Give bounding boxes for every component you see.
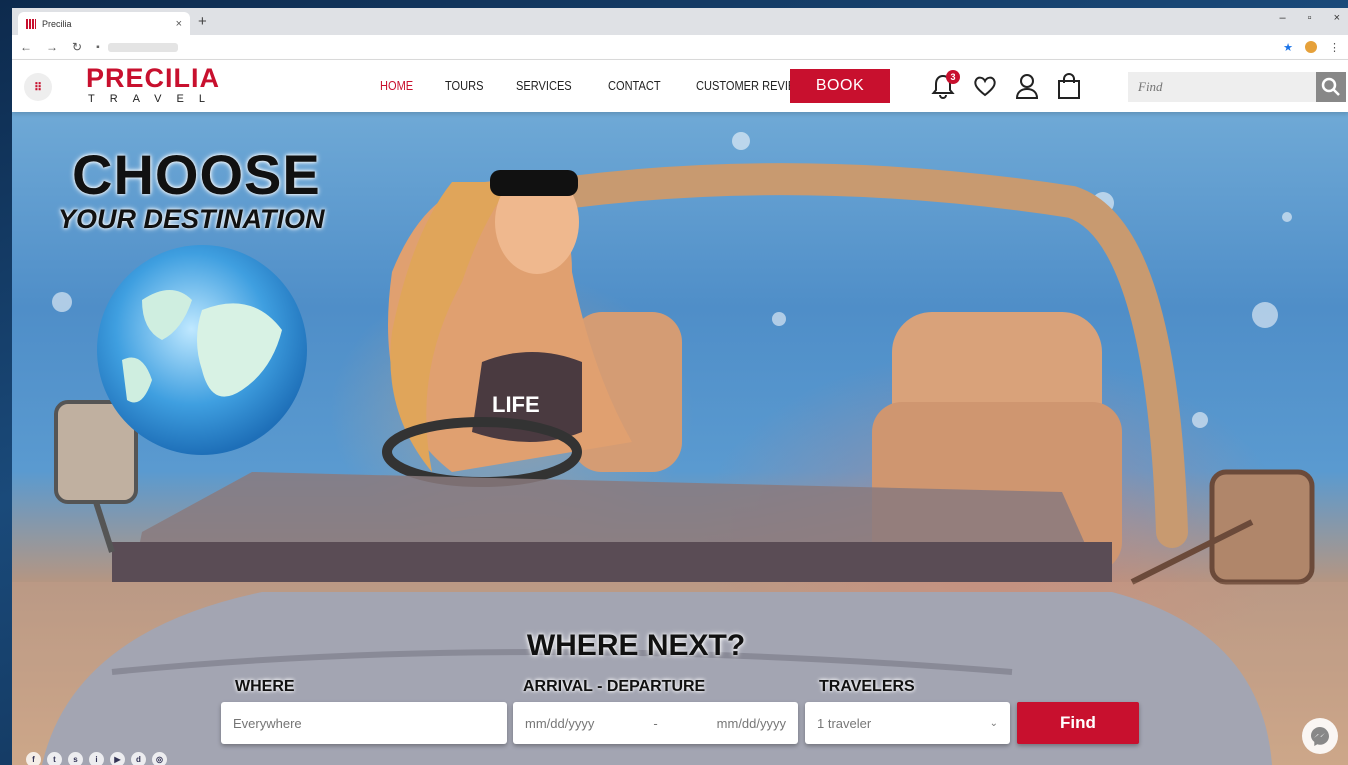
hero-heading-line2: YOUR DESTINATION — [58, 204, 325, 234]
travelers-select[interactable]: 1 traveler ⌄ — [805, 702, 1010, 744]
address-bar: ← → ↻ ▪ ★ ⋮ — [12, 35, 1348, 60]
facebook-icon[interactable]: f — [26, 752, 41, 765]
user-icon[interactable] — [1014, 72, 1040, 100]
tripadvisor-icon[interactable]: ◎ — [152, 752, 167, 765]
heart-icon[interactable] — [972, 72, 998, 100]
site-search — [1128, 72, 1346, 102]
browser-window: Precilia × + – ▫ × ← → ↻ ▪ ★ ⋮ ⠿ PRECILI… — [12, 8, 1348, 765]
extension-icon[interactable] — [1305, 41, 1317, 53]
nav-home[interactable]: HOME — [380, 78, 413, 93]
youtube-icon[interactable]: ▶ — [110, 752, 125, 765]
arrival-date-input[interactable]: mm/dd/yyyy — [525, 716, 594, 731]
window-controls: – ▫ × — [1280, 12, 1340, 24]
date-separator: - — [653, 715, 658, 731]
where-field — [221, 702, 507, 744]
reload-icon[interactable]: ↻ — [72, 40, 82, 54]
minimize-button[interactable]: – — [1280, 12, 1286, 24]
dailymotion-icon[interactable]: d — [131, 752, 146, 765]
new-tab-button[interactable]: + — [198, 13, 207, 30]
dates-label: ARRIVAL - DEPARTURE — [523, 678, 706, 695]
lock-icon: ▪ — [96, 41, 100, 53]
nav-services[interactable]: SERVICES — [516, 78, 572, 93]
travelers-label: TRAVELERS — [819, 678, 915, 695]
nav-tours[interactable]: TOURS — [445, 78, 483, 93]
nav-contact[interactable]: CONTACT — [608, 78, 661, 93]
shirt-text: LIFE — [492, 392, 540, 417]
hero-section: LIFE CHOOSE YOUR DESTINATION WHERE NEXT?… — [12, 112, 1348, 765]
instagram-icon[interactable]: i — [89, 752, 104, 765]
browser-tab[interactable]: Precilia × — [18, 12, 190, 35]
snapchat-icon[interactable]: s — [68, 752, 83, 765]
social-links: f t s i ▶ d ◎ — [26, 752, 167, 765]
main-nav: HOME TOURS SERVICES CONTACT CUSTOMER REV… — [380, 78, 833, 93]
where-input[interactable] — [233, 715, 495, 731]
travelers-value: 1 traveler — [817, 715, 872, 731]
url-text-blurred — [107, 42, 178, 52]
logo-main-text: PRECILIA — [86, 63, 221, 93]
forward-icon[interactable]: → — [46, 40, 58, 54]
url-field[interactable]: ▪ — [96, 38, 1269, 56]
messenger-chat-button[interactable] — [1302, 718, 1338, 754]
where-label: WHERE — [235, 678, 295, 695]
hero-heading-line1: CHOOSE — [72, 143, 321, 206]
twitter-icon[interactable]: t — [47, 752, 62, 765]
logo-sub-text: TRAVEL — [88, 93, 220, 105]
tab-close-icon[interactable]: × — [176, 18, 182, 30]
browser-menu-icon[interactable]: ⋮ — [1329, 41, 1340, 54]
book-button[interactable]: BOOK — [790, 69, 890, 103]
search-input[interactable] — [1128, 72, 1316, 102]
site-header: ⠿ PRECILIA TRAVEL HOME TOURS SERVICES CO… — [12, 60, 1348, 112]
close-window-button[interactable]: × — [1334, 12, 1340, 24]
tab-title: Precilia — [42, 18, 72, 29]
logo[interactable]: PRECILIA TRAVEL — [86, 64, 220, 106]
grid-menu-icon[interactable]: ⠿ — [24, 73, 52, 101]
back-icon[interactable]: ← — [20, 40, 32, 54]
messenger-icon — [1311, 727, 1329, 746]
bookmark-star-icon[interactable]: ★ — [1283, 41, 1293, 54]
favicon-icon — [26, 18, 36, 29]
shopping-bag-icon[interactable] — [1056, 72, 1082, 100]
maximize-button[interactable]: ▫ — [1308, 12, 1312, 24]
notification-badge: 3 — [946, 70, 960, 84]
where-next-heading: WHERE NEXT? — [526, 629, 746, 662]
notification-bell-icon[interactable]: 3 — [930, 70, 960, 100]
date-range-field: mm/dd/yyyy - mm/dd/yyyy — [513, 702, 798, 744]
search-button[interactable] — [1316, 72, 1346, 102]
search-icon — [1321, 77, 1340, 96]
browser-tab-bar: Precilia × + – ▫ × — [12, 8, 1348, 35]
globe-icon — [97, 245, 307, 455]
find-button[interactable]: Find — [1017, 702, 1139, 744]
departure-date-input[interactable]: mm/dd/yyyy — [717, 716, 786, 731]
chevron-down-icon: ⌄ — [989, 717, 998, 729]
